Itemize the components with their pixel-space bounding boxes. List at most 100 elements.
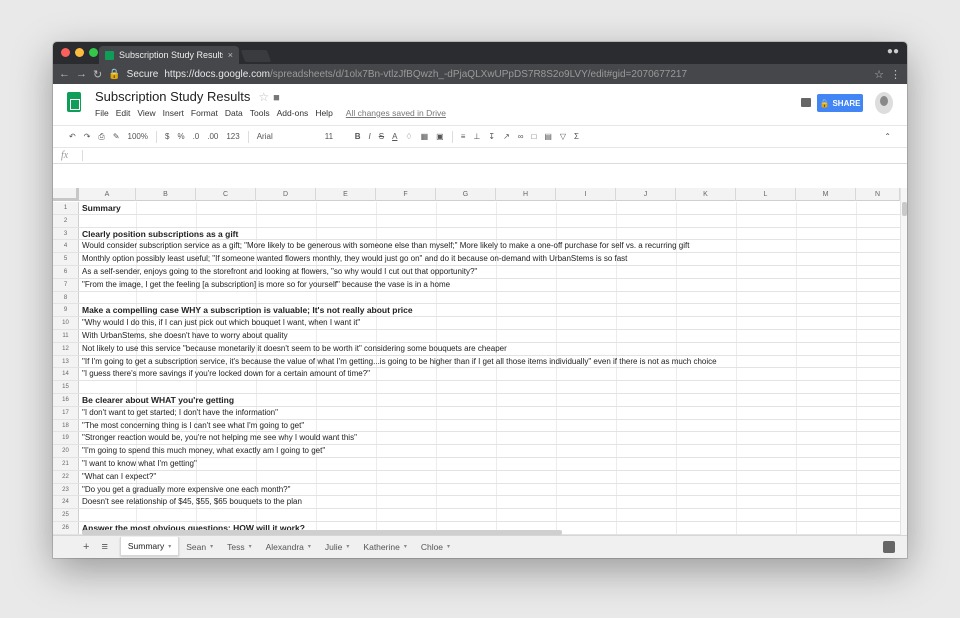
row-number[interactable]: 5 [53, 253, 79, 265]
menu-data[interactable]: Data [225, 108, 243, 118]
cell-a[interactable]: "The most concerning thing is I can't se… [82, 420, 304, 432]
column-header[interactable]: B [136, 188, 196, 201]
menu-help[interactable]: Help [315, 108, 332, 118]
currency-button[interactable]: $ [165, 132, 169, 141]
vertical-scrollbar[interactable] [900, 188, 907, 536]
row-number[interactable]: 9 [53, 304, 79, 317]
row-number[interactable]: 18 [53, 419, 79, 432]
sheet-tab[interactable]: Tess ▾ [220, 537, 259, 556]
dropdown-arrow-icon[interactable]: ▾ [404, 543, 407, 550]
cell-a[interactable]: Would consider subscription service as a… [82, 240, 689, 252]
star-icon[interactable]: ☆ [258, 90, 269, 104]
cell-a[interactable]: Doesn't see relationship of $45, $55, $6… [82, 496, 302, 508]
column-header[interactable]: L [736, 188, 796, 201]
row-number[interactable]: 19 [53, 432, 79, 445]
functions-button[interactable]: Σ [574, 132, 579, 141]
row-number[interactable]: 12 [53, 342, 79, 355]
all-sheets-icon[interactable]: ≡ [101, 541, 107, 553]
increase-decimal-button[interactable]: .00 [207, 132, 218, 141]
font-size-select[interactable]: 11 [325, 132, 347, 141]
cell-a[interactable]: "I don't want to get started; I don't ha… [82, 407, 278, 419]
column-header[interactable]: J [616, 188, 676, 201]
row-number[interactable]: 22 [53, 470, 79, 483]
row-number[interactable]: 16 [53, 393, 79, 406]
save-status[interactable]: All changes saved in Drive [346, 108, 446, 118]
folder-icon[interactable]: ■ [273, 92, 280, 104]
chart-icon[interactable]: ▤ [544, 132, 552, 141]
sheet-tab[interactable]: Alexandra ▾ [259, 537, 318, 556]
borders-icon[interactable]: ▦ [421, 132, 429, 141]
number-format-select[interactable]: 123 [226, 132, 239, 141]
dropdown-arrow-icon[interactable]: ▾ [168, 543, 171, 550]
bold-button[interactable]: B [355, 132, 361, 141]
row-number[interactable]: 13 [53, 355, 79, 368]
paint-format-icon[interactable]: ✎ [113, 132, 120, 141]
select-all-corner[interactable] [53, 188, 79, 201]
scroll-thumb[interactable] [902, 202, 907, 216]
menu-addons[interactable]: Add-ons [277, 108, 309, 118]
text-color-button[interactable]: A [392, 132, 397, 141]
cell-a[interactable]: Not likely to use this service "because … [82, 343, 507, 355]
menu-tools[interactable]: Tools [250, 108, 270, 118]
row-number[interactable]: 11 [53, 329, 79, 342]
menu-insert[interactable]: Insert [163, 108, 184, 118]
undo-icon[interactable]: ↶ [69, 132, 76, 141]
print-icon[interactable]: ⎙ [98, 132, 104, 142]
cell-a[interactable]: "From the image, I get the feeling [a su… [82, 279, 450, 291]
row-number[interactable]: 6 [53, 265, 79, 278]
merge-cells-icon[interactable]: ▣ [436, 132, 444, 141]
sheets-logo-icon[interactable] [67, 92, 81, 112]
row-number[interactable]: 3 [53, 227, 79, 240]
wrap-icon[interactable]: ↧ [488, 132, 495, 141]
row-number[interactable]: 8 [53, 291, 79, 304]
close-tab-icon[interactable]: × [228, 50, 239, 60]
cell-a[interactable]: "Do you get a gradually more expensive o… [82, 484, 290, 496]
bookmark-star-icon[interactable]: ☆ [874, 68, 884, 81]
filter-icon[interactable]: ▽ [560, 132, 566, 141]
browser-tab[interactable]: Subscription Study Results - G × [99, 46, 239, 64]
menu-view[interactable]: View [137, 108, 155, 118]
valign-icon[interactable]: ⊥ [473, 132, 480, 141]
column-header[interactable]: G [436, 188, 496, 201]
minimize-window-button[interactable] [75, 48, 84, 57]
dropdown-arrow-icon[interactable]: ▾ [447, 543, 450, 550]
row-number[interactable]: 20 [53, 445, 79, 457]
back-arrow-icon[interactable]: ← [59, 68, 70, 80]
decrease-decimal-button[interactable]: .0 [193, 132, 200, 141]
cell-a[interactable]: "What can I expect?" [82, 471, 156, 483]
comments-icon[interactable] [801, 98, 811, 107]
row-number[interactable]: 7 [53, 278, 79, 291]
forward-arrow-icon[interactable]: → [76, 68, 87, 80]
column-header[interactable]: N [856, 188, 900, 201]
link-icon[interactable]: ∞ [518, 132, 524, 141]
column-header[interactable]: C [196, 188, 256, 201]
row-number[interactable]: 21 [53, 457, 79, 470]
percent-button[interactable]: % [177, 132, 184, 141]
doc-title[interactable]: Subscription Study Results [95, 89, 250, 104]
fill-color-icon[interactable]: ♢ [405, 132, 412, 141]
column-header[interactable]: A [79, 188, 136, 201]
menu-format[interactable]: Format [191, 108, 218, 118]
dropdown-arrow-icon[interactable]: ▾ [308, 543, 311, 550]
row-number[interactable]: 4 [53, 240, 79, 253]
align-icon[interactable]: ≡ [461, 132, 466, 141]
cell-a[interactable]: "Stronger reaction would be, you're not … [82, 432, 357, 444]
row-number[interactable]: 24 [53, 496, 79, 509]
sheet-tab[interactable]: Julie ▾ [318, 537, 357, 556]
font-select[interactable]: Arial [257, 132, 317, 141]
add-sheet-icon[interactable]: + [83, 541, 89, 553]
cell-a[interactable]: "If I'm going to get a subscription serv… [82, 356, 717, 368]
cell-a[interactable]: As a self-sender, enjoys going to the st… [82, 266, 477, 278]
row-number[interactable]: 14 [53, 368, 79, 381]
cell-a[interactable]: "I guess there's more savings if you're … [82, 368, 370, 380]
cell-a[interactable]: Clearly position subscriptions as a gift [82, 228, 238, 240]
maximize-window-button[interactable] [89, 48, 98, 57]
rotate-icon[interactable]: ↗ [503, 132, 510, 141]
sheet-tab[interactable]: Sean ▾ [179, 537, 220, 556]
column-header[interactable]: K [676, 188, 736, 201]
formula-bar[interactable]: fx [53, 148, 907, 164]
dropdown-arrow-icon[interactable]: ▾ [210, 543, 213, 550]
row-number[interactable]: 15 [53, 381, 79, 393]
italic-button[interactable]: I [369, 132, 371, 141]
row-number[interactable]: 1 [53, 202, 79, 214]
